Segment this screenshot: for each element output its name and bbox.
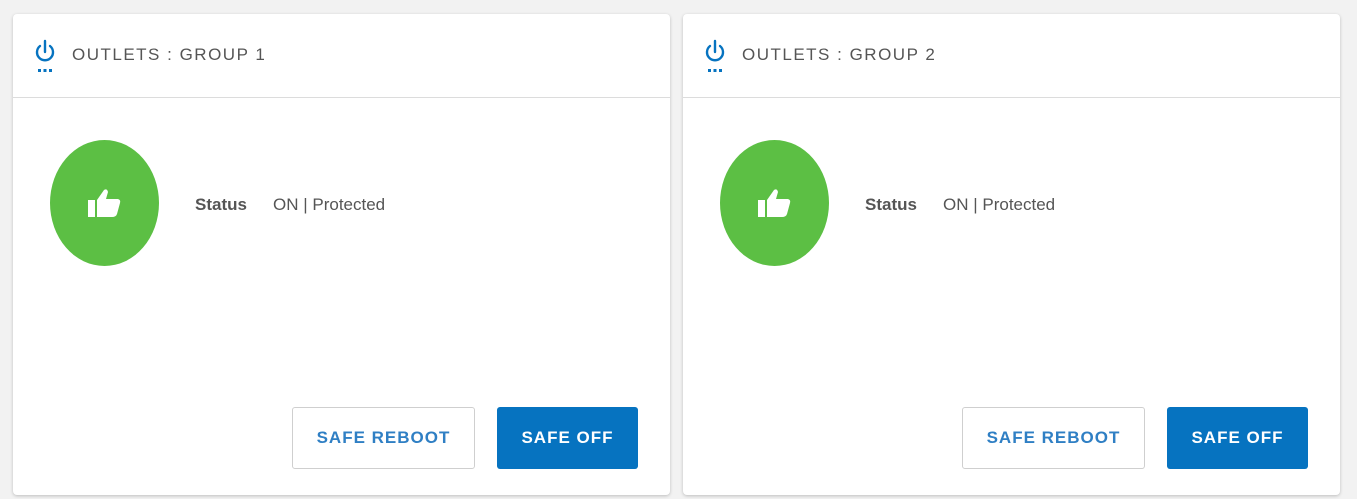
outlet-group-card: OUTLETS : GROUP 1 Status ON | Protected … [13,14,670,495]
card-header: OUTLETS : GROUP 2 [683,14,1340,98]
card-title: OUTLETS : GROUP 1 [72,45,267,64]
card-title: OUTLETS : GROUP 2 [742,45,937,64]
status-indicator [50,140,159,266]
status-value: ON | Protected [943,195,1056,214]
status-label: Status [865,195,917,214]
safe-reboot-button[interactable]: SAFE REBOOT [292,407,475,469]
thumbs-up-icon [758,189,791,217]
status-value: ON | Protected [273,195,386,214]
safe-off-button[interactable]: SAFE OFF [1167,407,1308,469]
thumbs-up-icon [88,189,121,217]
power-icon [35,39,55,72]
status-label: Status [195,195,247,214]
power-icon [705,39,725,72]
safe-off-button[interactable]: SAFE OFF [497,407,638,469]
safe-reboot-button[interactable]: SAFE REBOOT [962,407,1145,469]
outlet-group-card: OUTLETS : GROUP 2 Status ON | Protected … [683,14,1340,495]
status-indicator [720,140,829,266]
card-header: OUTLETS : GROUP 1 [13,14,670,98]
